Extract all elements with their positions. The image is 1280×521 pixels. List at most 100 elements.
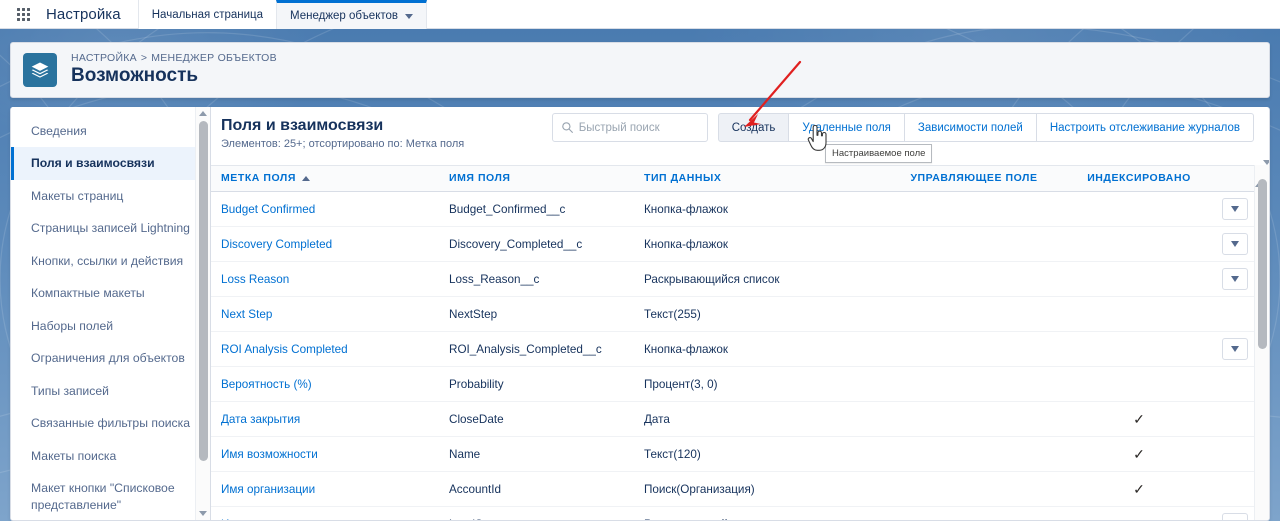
sidebar-item-buttons-links-actions[interactable]: Кнопки, ссылки и действия [11,245,210,277]
field-label-link[interactable]: Discovery Completed [221,238,332,251]
cell-data-type: Поиск(Организация) [634,472,884,507]
field-label-link[interactable]: ROI Analysis Completed [221,343,348,356]
chevron-down-icon [405,14,413,19]
field-dependencies-label: Зависимости полей [918,122,1023,134]
cell-row-actions [1214,332,1254,367]
fields-table-head: МЕТКА ПОЛЯ ИМЯ ПОЛЯ ТИП ДАННЫХ УПРАВЛЯЮЩ… [211,166,1254,192]
sidebar-item-lightning-record-pages[interactable]: Страницы записей Lightning [11,212,210,244]
cell-field-label: Источник интереса [211,507,439,521]
field-label-link[interactable]: Источник интереса [221,518,324,521]
column-label: МЕТКА ПОЛЯ [221,172,296,184]
row-actions-dropdown-button[interactable] [1222,338,1248,360]
sidebar-item-object-limits[interactable]: Ограничения для объектов [11,342,210,374]
cell-field-label: Discovery Completed [211,227,439,262]
fields-table-body: Budget Confirmed Budget_Confirmed__c Кнопк… [211,192,1254,521]
tab-home[interactable]: Начальная страница [138,0,277,29]
sidebar-item-compact-layouts[interactable]: Компактные макеты [11,277,210,309]
fields-toolbar: Создать Удаленные поля Зависимости полей… [552,113,1254,142]
cell-field-label: Вероятность (%) [211,367,439,402]
cell-row-actions [1214,192,1254,227]
row-actions-dropdown-button[interactable] [1222,513,1248,520]
column-label: ИНДЕКСИРОВАНО [1087,172,1191,184]
page-title: Возможность [71,65,277,88]
sidebar-item-label: Связанные фильтры поиска [31,416,190,430]
create-button[interactable]: Создать [718,113,790,142]
sidebar-item-list-view-button-layout[interactable]: Макет кнопки "Списковое представление" [11,472,210,520]
breadcrumb: НАСТРОЙКА > МЕНЕДЖЕР ОБЪЕКТОВ [71,52,277,64]
cell-data-type: Текст(120) [634,437,884,472]
field-label-link[interactable]: Loss Reason [221,273,289,286]
cell-field-name: Budget_Confirmed__c [439,192,634,227]
sidebar-item-fields-relationships[interactable]: Поля и взаимосвязи [11,147,210,179]
cell-field-name: ROI_Analysis_Completed__c [439,332,634,367]
breadcrumb-object-manager-link[interactable]: МЕНЕДЖЕР ОБЪЕКТОВ [151,52,277,64]
table-row: Budget ConfirmedBudget_Confirmed__cКнопк… [211,192,1254,227]
cell-data-type: Дата [634,402,884,437]
sidebar-item-page-layouts[interactable]: Макеты страниц [11,180,210,212]
cell-row-actions [1214,262,1254,297]
sidebar-item-related-lookup-filters[interactable]: Связанные фильтры поиска [11,407,210,439]
breadcrumb-setup-link[interactable]: НАСТРОЙКА [71,52,137,64]
fields-pane: Поля и взаимосвязи Элементов: 25+; отсор… [211,107,1269,520]
app-launcher-button[interactable] [0,0,46,28]
create-button-tooltip: Настраиваемое поле [825,144,932,163]
scroll-up-arrow-icon[interactable] [199,111,207,116]
sidebar-item-label: Макеты поиска [31,449,116,463]
sidebar-scrollbar-thumb[interactable] [199,121,208,461]
sidebar-item-field-sets[interactable]: Наборы полей [11,310,210,342]
indexed-checkmark-icon: ✓ [1133,411,1145,427]
set-history-tracking-button[interactable]: Настроить отслеживание журналов [1036,113,1254,142]
table-scrollbar-thumb[interactable] [1258,179,1267,349]
column-header-field-name[interactable]: ИМЯ ПОЛЯ [439,166,634,192]
cell-controlling-field [884,367,1064,402]
setup-page: Настройка Начальная страница Менеджер об… [0,0,1280,521]
table-row: Дата закрытияCloseDateДата✓ [211,402,1254,437]
sidebar-item-label: Ограничения для объектов [31,351,185,365]
tab-object-manager[interactable]: Менеджер объектов [276,0,427,29]
cell-row-actions [1214,402,1254,437]
column-header-controlling-field[interactable]: УПРАВЛЯЮЩЕЕ ПОЛЕ [884,166,1064,192]
row-actions-dropdown-button[interactable] [1222,268,1248,290]
column-header-data-type[interactable]: ТИП ДАННЫХ [634,166,884,192]
setup-title: Настройка [46,0,139,28]
cell-row-actions [1214,367,1254,402]
create-button-label: Создать [732,122,776,134]
tab-object-manager-label: Менеджер объектов [290,10,398,22]
table-scrollbar[interactable] [1254,165,1269,520]
cell-field-name: Loss_Reason__c [439,262,634,297]
cell-data-type: Раскрывающийся список [634,507,884,521]
table-header-row: МЕТКА ПОЛЯ ИМЯ ПОЛЯ ТИП ДАННЫХ УПРАВЛЯЮЩ… [211,166,1254,192]
cell-data-type: Текст(255) [634,297,884,332]
field-label-link[interactable]: Budget Confirmed [221,203,315,216]
cell-controlling-field [884,402,1064,437]
column-header-indexed[interactable]: ИНДЕКСИРОВАНО [1064,166,1214,192]
field-dependencies-button[interactable]: Зависимости полей [904,113,1037,142]
field-label-link[interactable]: Имя возможности [221,448,318,461]
sidebar-item-details[interactable]: Сведения [11,115,210,147]
layers-stack-icon [23,53,57,87]
chevron-down-icon [1231,346,1239,352]
row-actions-dropdown-button[interactable] [1222,198,1248,220]
field-label-link[interactable]: Next Step [221,308,272,321]
fields-table-container: МЕТКА ПОЛЯ ИМЯ ПОЛЯ ТИП ДАННЫХ УПРАВЛЯЮЩ… [211,165,1254,520]
sidebar-scrollbar[interactable] [195,107,210,520]
column-header-field-label[interactable]: МЕТКА ПОЛЯ [211,166,439,192]
cell-field-label: Loss Reason [211,262,439,297]
cell-field-label: Имя организации [211,472,439,507]
field-label-link[interactable]: Вероятность (%) [221,378,312,391]
sidebar-item-record-types[interactable]: Типы записей [11,375,210,407]
sidebar-item-label: Макет кнопки "Списковое представление" [31,481,175,511]
sidebar-item-label: Кнопки, ссылки и действия [31,254,183,268]
quick-find-box[interactable] [552,113,708,142]
cell-data-type: Процент(3, 0) [634,367,884,402]
field-label-link[interactable]: Имя организации [221,483,315,496]
fields-table: МЕТКА ПОЛЯ ИМЯ ПОЛЯ ТИП ДАННЫХ УПРАВЛЯЮЩ… [211,165,1254,520]
cell-data-type: Кнопка-флажок [634,332,884,367]
chevron-down-icon [1231,276,1239,282]
field-label-link[interactable]: Дата закрытия [221,413,300,426]
row-actions-dropdown-button[interactable] [1222,233,1248,255]
search-input[interactable] [579,122,707,134]
scroll-down-arrow-icon[interactable] [199,511,207,516]
cell-indexed [1064,297,1214,332]
sidebar-item-search-layouts[interactable]: Макеты поиска [11,440,210,472]
